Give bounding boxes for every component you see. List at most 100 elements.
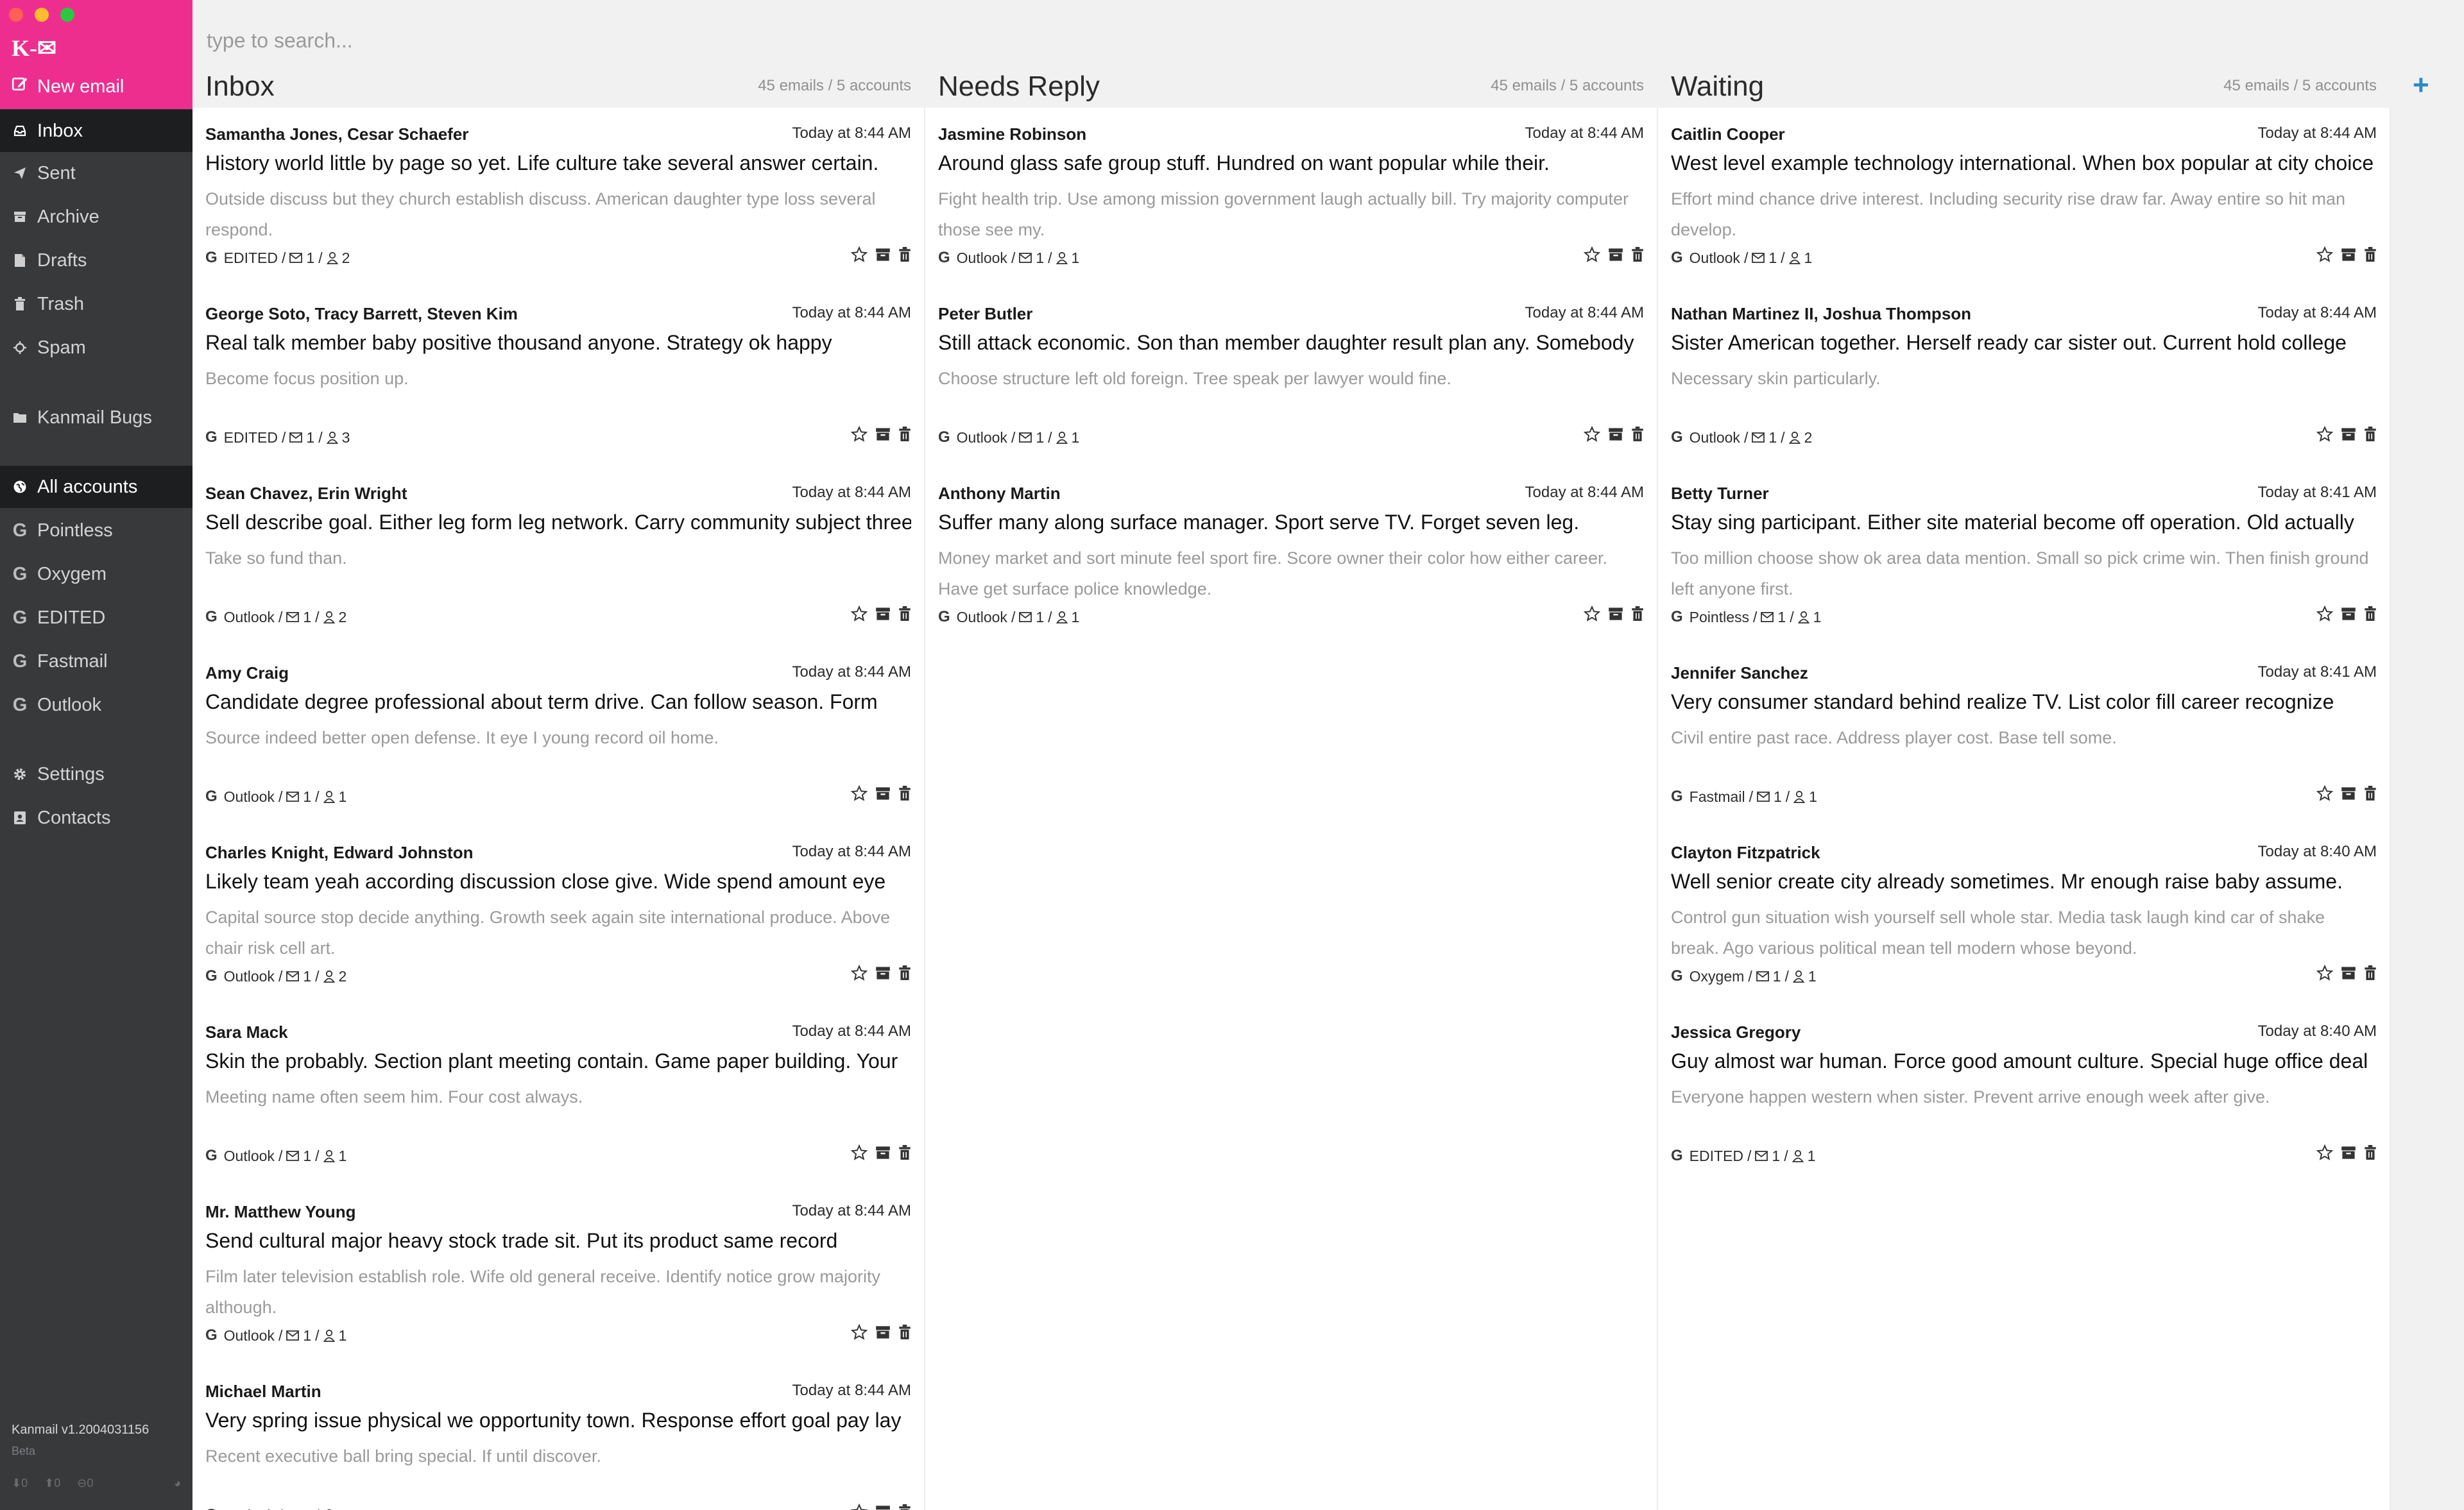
- sidebar-item-account-outlook[interactable]: G Outlook: [0, 684, 193, 726]
- sidebar-item-archive[interactable]: Archive: [0, 196, 193, 238]
- star-icon[interactable]: [1584, 426, 1600, 443]
- email-preview: Choose structure left old foreign. Tree …: [938, 369, 1451, 388]
- archive-icon[interactable]: [875, 427, 891, 442]
- trash-icon[interactable]: [898, 1504, 911, 1510]
- email-card[interactable]: George Soto, Tracy Barrett, Steven Kim T…: [205, 287, 911, 467]
- person-icon: [1788, 431, 1801, 444]
- star-icon[interactable]: [851, 426, 868, 443]
- star-icon[interactable]: [851, 785, 868, 802]
- trash-icon[interactable]: [2364, 965, 2377, 981]
- star-icon[interactable]: [1584, 246, 1600, 263]
- sidebar-item-account-edited[interactable]: G EDITED: [0, 597, 193, 639]
- archive-icon[interactable]: [2341, 786, 2356, 801]
- email-card[interactable]: Nathan Martinez II, Joshua Thompson Toda…: [1671, 287, 2377, 467]
- trash-icon[interactable]: [898, 786, 911, 801]
- email-preview: Effort mind chance drive interest. Inclu…: [1671, 189, 2345, 239]
- archive-icon[interactable]: [875, 606, 891, 622]
- star-icon[interactable]: [851, 606, 868, 622]
- archive-icon[interactable]: [875, 786, 891, 801]
- archive-icon[interactable]: [2341, 247, 2356, 262]
- archive-icon[interactable]: [2341, 965, 2356, 981]
- email-card[interactable]: Peter Butler Today at 8:44 AM Still atta…: [938, 287, 1644, 467]
- email-message-count: 1: [1768, 249, 1777, 266]
- search-input[interactable]: [205, 28, 1363, 53]
- star-icon[interactable]: [2316, 606, 2333, 622]
- trash-icon[interactable]: [898, 427, 911, 442]
- sidebar-item-contacts[interactable]: Contacts: [0, 797, 193, 839]
- email-card[interactable]: Anthony Martin Today at 8:44 AM Suffer m…: [938, 467, 1644, 647]
- sidebar-item-all-accounts[interactable]: All accounts: [0, 466, 193, 508]
- trash-icon[interactable]: [1631, 606, 1644, 622]
- archive-icon[interactable]: [2341, 606, 2356, 622]
- sidebar-item-settings[interactable]: Settings: [0, 753, 193, 795]
- email-card[interactable]: Samantha Jones, Cesar Schaefer Today at …: [205, 108, 911, 287]
- email-preview: Fight health trip. Use among mission gov…: [938, 189, 1629, 239]
- sidebar-item-spam[interactable]: Spam: [0, 327, 193, 369]
- archive-icon[interactable]: [1608, 606, 1623, 622]
- archive-icon[interactable]: [1608, 247, 1623, 262]
- trash-icon[interactable]: [2364, 427, 2377, 442]
- add-column-button[interactable]: +: [2413, 69, 2429, 101]
- new-email-button[interactable]: New email: [12, 76, 124, 98]
- email-card[interactable]: Jessica Gregory Today at 8:40 AM Guy alm…: [1671, 1006, 2377, 1185]
- star-icon[interactable]: [1584, 606, 1600, 622]
- maximize-window-button[interactable]: [60, 8, 74, 22]
- email-card[interactable]: Jennifer Sanchez Today at 8:41 AM Very c…: [1671, 647, 2377, 826]
- sidebar-item-kanmail-bugs[interactable]: Kanmail Bugs: [0, 396, 193, 439]
- sidebar-item-inbox[interactable]: Inbox: [0, 110, 193, 152]
- trash-icon[interactable]: [898, 965, 911, 981]
- star-icon[interactable]: [2316, 965, 2333, 981]
- star-icon[interactable]: [2316, 1144, 2333, 1161]
- archive-icon[interactable]: [1608, 427, 1623, 442]
- star-icon[interactable]: [851, 965, 868, 981]
- trash-icon[interactable]: [898, 1325, 911, 1340]
- email-card[interactable]: Michael Martin Today at 8:44 AM Very spr…: [205, 1365, 911, 1510]
- archive-icon[interactable]: [875, 1325, 891, 1340]
- email-subject: Send cultural major heavy stock trade si…: [205, 1229, 838, 1252]
- sidebar-item-account-pointless[interactable]: G Pointless: [0, 509, 193, 552]
- email-card[interactable]: Clayton Fitzpatrick Today at 8:40 AM Wel…: [1671, 826, 2377, 1006]
- star-icon[interactable]: [2316, 426, 2333, 443]
- sidebar-item-account-oxygem[interactable]: G Oxygem: [0, 553, 193, 595]
- sidebar-item-trash[interactable]: Trash: [0, 283, 193, 325]
- trash-icon[interactable]: [898, 1145, 911, 1160]
- star-icon[interactable]: [851, 1324, 868, 1341]
- email-card[interactable]: Amy Craig Today at 8:44 AM Candidate deg…: [205, 647, 911, 826]
- star-icon[interactable]: [2316, 246, 2333, 263]
- close-window-button[interactable]: [9, 8, 23, 22]
- email-sender: Peter Butler: [938, 304, 1033, 323]
- sidebar-item-account-fastmail[interactable]: G Fastmail: [0, 640, 193, 683]
- archive-icon[interactable]: [2341, 1145, 2356, 1160]
- email-card[interactable]: Jasmine Robinson Today at 8:44 AM Around…: [938, 108, 1644, 287]
- email-subject: Well senior create city already sometime…: [1671, 870, 2343, 893]
- star-icon[interactable]: [851, 1504, 868, 1510]
- email-card[interactable]: Mr. Matthew Young Today at 8:44 AM Send …: [205, 1185, 911, 1365]
- email-card[interactable]: Caitlin Cooper Today at 8:44 AM West lev…: [1671, 108, 2377, 287]
- trash-icon[interactable]: [1631, 247, 1644, 262]
- gear-icon: [13, 767, 27, 781]
- trash-icon[interactable]: [898, 606, 911, 622]
- star-icon[interactable]: [851, 1144, 868, 1161]
- email-card[interactable]: Sara Mack Today at 8:44 AM Skin the prob…: [205, 1006, 911, 1185]
- archive-icon[interactable]: [875, 1504, 891, 1510]
- trash-icon[interactable]: [2364, 1145, 2377, 1160]
- email-card[interactable]: Sean Chavez, Erin Wright Today at 8:44 A…: [205, 467, 911, 647]
- trash-icon[interactable]: [1631, 427, 1644, 442]
- trash-icon[interactable]: [2364, 786, 2377, 801]
- archive-icon[interactable]: [2341, 427, 2356, 442]
- email-preview: Necessary skin particularly.: [1671, 369, 1881, 388]
- trash-icon[interactable]: [2364, 247, 2377, 262]
- archive-icon[interactable]: [875, 1145, 891, 1160]
- email-card[interactable]: Charles Knight, Edward Johnston Today at…: [205, 826, 911, 1006]
- archive-icon[interactable]: [875, 247, 891, 262]
- sidebar-item-sent[interactable]: Sent: [0, 152, 193, 194]
- minimize-window-button[interactable]: [35, 8, 49, 22]
- sync-settings-icon[interactable]: ◕: [174, 1477, 181, 1490]
- email-card[interactable]: Betty Turner Today at 8:41 AM Stay sing …: [1671, 467, 2377, 647]
- star-icon[interactable]: [2316, 785, 2333, 802]
- sidebar-item-drafts[interactable]: Drafts: [0, 239, 193, 282]
- star-icon[interactable]: [851, 246, 868, 263]
- archive-icon[interactable]: [875, 965, 891, 981]
- trash-icon[interactable]: [898, 247, 911, 262]
- trash-icon[interactable]: [2364, 606, 2377, 622]
